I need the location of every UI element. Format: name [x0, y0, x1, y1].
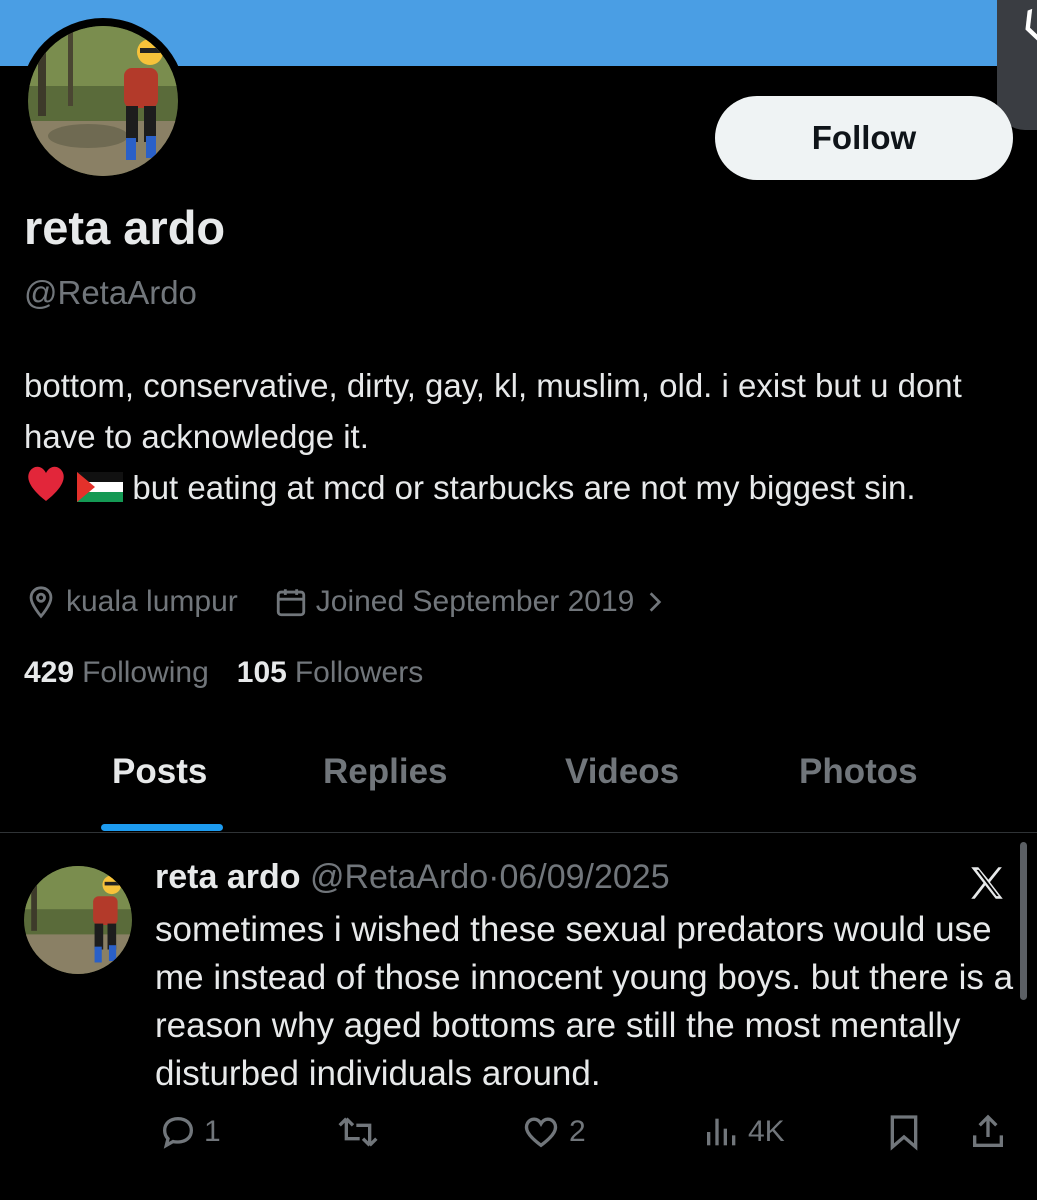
- location-pin-icon: [29, 586, 53, 619]
- profile-meta: kuala lumpur Joined September 2019: [24, 580, 712, 624]
- joined-text: Joined September 2019: [315, 585, 635, 618]
- following-count: 429: [24, 656, 75, 689]
- post-actions: 1 2 4K: [0, 1112, 1037, 1162]
- tab-videos[interactable]: Videos: [565, 752, 679, 792]
- profile-bio: bottom, conservative, dirty, gay, kl, mu…: [24, 360, 1014, 517]
- reply-count: 1: [204, 1115, 221, 1148]
- active-tab-indicator: [101, 824, 223, 831]
- post-header: reta ardo @RetaArdo·06/09/2025: [155, 858, 670, 897]
- share-icon: [973, 1114, 1003, 1147]
- scrollbar[interactable]: [1020, 842, 1027, 1000]
- post-author[interactable]: reta ardo: [155, 858, 301, 896]
- follow-button[interactable]: Follow: [715, 96, 1013, 180]
- chevron-left-icon: ❬: [1011, 2, 1037, 48]
- bookmark-button[interactable]: [884, 1112, 930, 1152]
- bio-line-2-text: but eating at mcd or starbucks are not m…: [132, 469, 916, 506]
- joined-date[interactable]: Joined September 2019: [274, 585, 677, 619]
- post-date[interactable]: 06/09/2025: [499, 858, 669, 896]
- post-text: sometimes i wished these sexual predator…: [155, 910, 1014, 1093]
- x-logo-icon: [971, 867, 1003, 899]
- views-icon: [707, 1118, 736, 1146]
- tab-replies[interactable]: Replies: [323, 752, 448, 792]
- profile-tabs: Posts Replies Videos Photos: [0, 740, 1037, 833]
- reply-icon: [162, 1116, 194, 1149]
- post-handle[interactable]: @RetaArdo: [310, 858, 488, 896]
- heart-icon: [524, 1117, 558, 1148]
- bio-line-2: but eating at mcd or starbucks are not m…: [24, 462, 1014, 517]
- palestine-flag-icon: [77, 465, 124, 516]
- following-label: Following: [82, 656, 209, 689]
- following-link[interactable]: 429 Following: [24, 656, 209, 690]
- views-button[interactable]: 4K: [702, 1112, 785, 1152]
- profile-handle: @RetaArdo: [24, 274, 197, 311]
- profile-name: reta ardo: [24, 201, 226, 254]
- like-count: 2: [569, 1115, 586, 1148]
- profile-stats: 429 Following 105 Followers: [24, 656, 451, 690]
- chevron-right-icon: [650, 592, 662, 612]
- location: kuala lumpur: [24, 585, 238, 619]
- calendar-icon: [276, 589, 305, 617]
- reply-button[interactable]: 1: [158, 1112, 221, 1152]
- views-count: 4K: [748, 1115, 785, 1148]
- bookmark-icon: [890, 1115, 918, 1151]
- repost-icon: [338, 1117, 378, 1147]
- followers-link[interactable]: 105 Followers: [237, 656, 423, 690]
- tab-photos[interactable]: Photos: [799, 752, 918, 792]
- tab-posts[interactable]: Posts: [112, 752, 207, 792]
- post-avatar[interactable]: [24, 866, 132, 974]
- post-separator: ·: [488, 858, 500, 896]
- location-text: kuala lumpur: [66, 585, 238, 618]
- profile-avatar[interactable]: [28, 26, 178, 176]
- bio-line-1: bottom, conservative, dirty, gay, kl, mu…: [24, 367, 962, 455]
- followers-label: Followers: [294, 656, 424, 689]
- repost-button[interactable]: [336, 1112, 386, 1152]
- like-button[interactable]: 2: [519, 1112, 586, 1152]
- heart-emoji-icon: [24, 463, 68, 517]
- share-button[interactable]: [968, 1112, 1014, 1152]
- followers-count: 105: [236, 656, 287, 689]
